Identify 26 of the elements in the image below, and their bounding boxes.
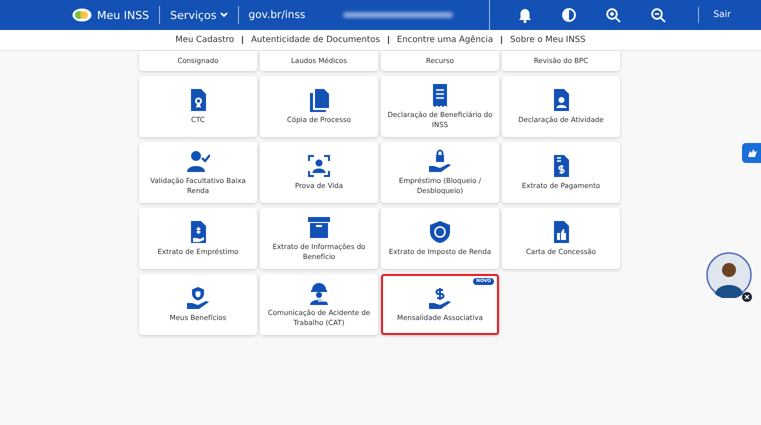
- nav-link[interactable]: Sobre o Meu INSS: [510, 35, 586, 45]
- hand-lock-icon: [428, 149, 452, 174]
- nav-link[interactable]: Autenticidade de Documentos: [251, 35, 380, 45]
- nav-link[interactable]: Meu Cadastro: [175, 35, 234, 45]
- bell-icon[interactable]: [518, 8, 532, 22]
- close-button[interactable]: [742, 292, 752, 302]
- zoom-in-icon[interactable]: [606, 8, 622, 22]
- construction-worker-icon: [307, 281, 331, 306]
- archive-box-icon: [307, 215, 331, 240]
- site-link[interactable]: gov.br/inss: [248, 9, 306, 21]
- hand-dollar-icon: [428, 286, 452, 310]
- brand-name[interactable]: Meu INSS: [97, 8, 150, 22]
- sign-language-button[interactable]: [742, 143, 761, 163]
- logo-icon: [72, 8, 92, 22]
- services-menu[interactable]: Serviços: [170, 8, 228, 22]
- assistant-avatar[interactable]: [706, 252, 752, 298]
- close-icon: [744, 294, 750, 300]
- chevron-icon: [220, 12, 228, 18]
- face-scan-icon: [307, 154, 331, 178]
- user-check-icon: [186, 149, 210, 174]
- copy-documents-icon: [307, 88, 331, 112]
- hand-shield-icon: [186, 286, 210, 310]
- logout-link[interactable]: Sair: [713, 10, 731, 20]
- nav-link[interactable]: Encontre uma Agência: [396, 35, 494, 45]
- contrast-icon[interactable]: [562, 8, 576, 22]
- zoom-out-icon[interactable]: [651, 8, 666, 22]
